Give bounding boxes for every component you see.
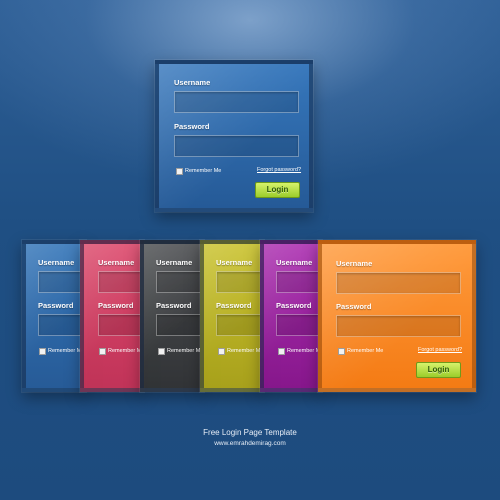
- remember-me-checkbox[interactable]: [39, 348, 46, 355]
- remember-me-checkbox[interactable]: [158, 348, 165, 355]
- login-panel-blue: Username Password Remember Me: [22, 240, 86, 392]
- password-input[interactable]: [216, 314, 260, 336]
- username-label: Username: [98, 258, 135, 267]
- username-label: Username: [216, 258, 253, 267]
- username-label: Username: [38, 258, 75, 267]
- password-label: Password: [216, 301, 252, 310]
- password-input[interactable]: [276, 314, 318, 336]
- password-label: Password: [98, 301, 134, 310]
- login-panel-orange: Username Password Remember Me Forgot pas…: [318, 240, 476, 392]
- remember-me-label: Remember Me: [185, 168, 222, 174]
- remember-me-label: Remember Me: [108, 348, 144, 354]
- remember-me-checkbox[interactable]: [278, 348, 285, 355]
- footer-title: Free Login Page Template: [203, 428, 297, 437]
- username-input[interactable]: [216, 271, 260, 293]
- username-input[interactable]: [98, 271, 140, 293]
- remember-me-label: Remember Me: [227, 348, 264, 354]
- password-input[interactable]: [156, 314, 200, 336]
- login-panel-yellow: Username Password Remember Me: [200, 240, 264, 392]
- username-input[interactable]: [38, 271, 82, 293]
- password-label: Password: [38, 301, 74, 310]
- username-label: Username: [276, 258, 313, 267]
- remember-me-checkbox[interactable]: [176, 168, 183, 175]
- login-panel-blue-main: Username Password Remember Me Forgot pas…: [155, 60, 313, 212]
- password-input[interactable]: [98, 314, 140, 336]
- login-panel-purple: Username Password Remember Me: [260, 240, 322, 392]
- login-button[interactable]: Login: [255, 182, 300, 198]
- remember-me-label: Remember Me: [48, 348, 85, 354]
- username-label: Username: [336, 259, 373, 268]
- password-label: Password: [156, 301, 192, 310]
- remember-me-checkbox[interactable]: [218, 348, 225, 355]
- login-panel-gray: Username Password Remember Me: [140, 240, 204, 392]
- password-label: Password: [276, 301, 312, 310]
- forgot-password-link[interactable]: Forgot password?: [257, 167, 301, 173]
- username-label: Username: [156, 258, 193, 267]
- username-input[interactable]: [156, 271, 200, 293]
- password-label: Password: [174, 122, 210, 131]
- username-input[interactable]: [336, 272, 461, 294]
- username-label: Username: [174, 78, 211, 87]
- remember-me-checkbox[interactable]: [99, 348, 106, 355]
- password-input[interactable]: [38, 314, 82, 336]
- forgot-password-link[interactable]: Forgot password?: [418, 347, 462, 353]
- username-input[interactable]: [276, 271, 318, 293]
- login-button[interactable]: Login: [416, 362, 461, 378]
- footer-url[interactable]: www.emrahdemirag.com: [0, 440, 500, 447]
- username-input[interactable]: [174, 91, 299, 113]
- remember-me-label: Remember Me: [287, 348, 322, 354]
- remember-me-checkbox[interactable]: [338, 348, 345, 355]
- password-label: Password: [336, 302, 372, 311]
- login-panel-red: Username Password Remember Me: [80, 240, 144, 392]
- remember-me-label: Remember Me: [347, 348, 384, 354]
- password-input[interactable]: [336, 315, 461, 337]
- remember-me-label: Remember Me: [167, 348, 204, 354]
- password-input[interactable]: [174, 135, 299, 157]
